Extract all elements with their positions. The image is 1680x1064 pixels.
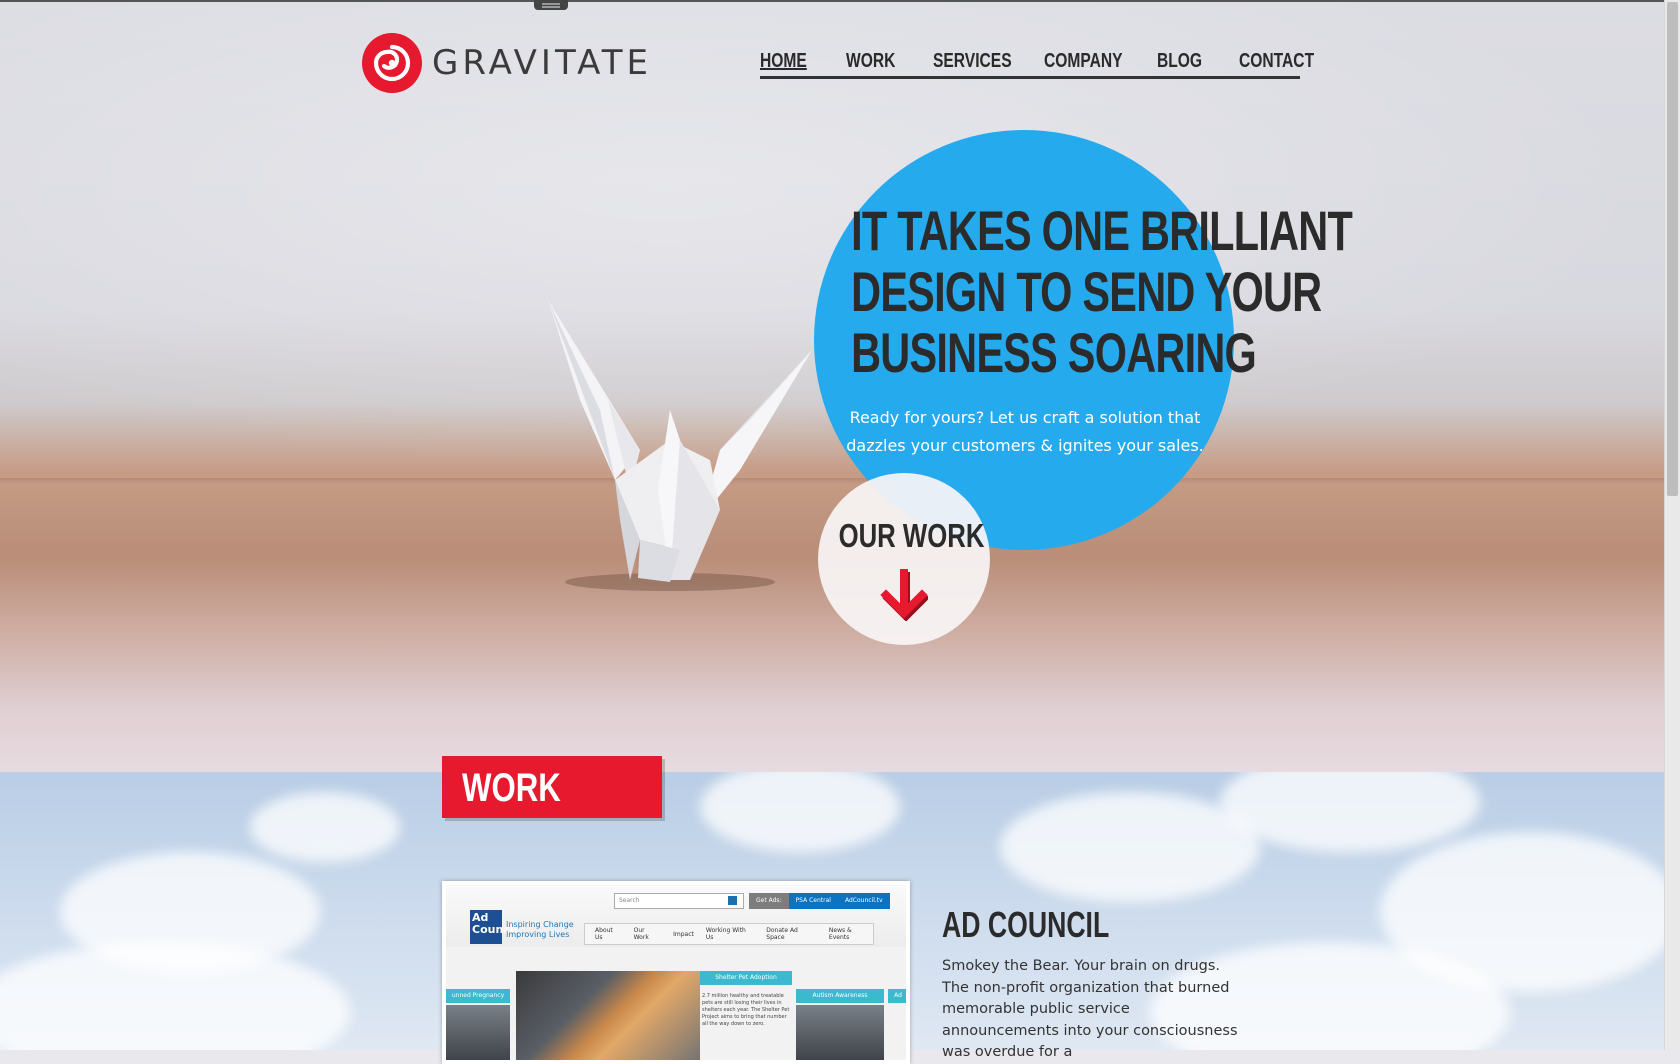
preview-menu-item: Working With Us — [705, 927, 746, 941]
brand-name: GRAVITATE — [432, 43, 652, 83]
hero-headline: IT TAKES ONE BRILLIANT DESIGN TO SEND YO… — [790, 199, 1353, 384]
gravitate-swirl-icon — [362, 33, 422, 93]
preview-cat-image — [516, 971, 700, 1060]
nav-company[interactable]: COMPANY — [1044, 50, 1123, 73]
our-work-label: OUR WORK — [838, 517, 985, 554]
headline-line-3: BUSINESS SOARING — [851, 321, 1257, 384]
ad-council-logo: Ad Council — [470, 910, 517, 944]
preview-menu-item: News & Events — [828, 927, 852, 941]
ad-council-preview[interactable]: Search Get Ads: PSA Central AdCouncil.tv… — [442, 881, 910, 1064]
nav-blog[interactable]: BLOG — [1157, 50, 1202, 73]
scrollbar[interactable] — [1664, 0, 1680, 1050]
nav-services[interactable]: SERVICES — [933, 50, 1012, 73]
preview-panel-label: Ad — [888, 989, 906, 1003]
nav-work[interactable]: WORK — [846, 50, 895, 73]
client-description: Smokey the Bear. Your brain on drugs. Th… — [942, 958, 1238, 1060]
preview-panel-label: Shelter Pet Adoption — [700, 971, 792, 985]
preview-menu-item: About Us — [595, 927, 613, 941]
nav-home[interactable]: HOME — [760, 50, 807, 73]
headline-line-1: IT TAKES ONE BRILLIANT — [851, 199, 1353, 262]
headline-line-2: DESIGN TO SEND YOUR — [851, 260, 1322, 323]
scrollbar-thumb[interactable] — [1667, 2, 1678, 496]
preview-button: PSA Central — [788, 893, 838, 909]
preview-button: Get Ads: — [749, 893, 789, 909]
brand-logo[interactable]: GRAVITATE — [362, 33, 652, 93]
preview-search-icon — [728, 896, 737, 905]
preview-menu-item: Impact — [673, 930, 694, 938]
our-work-button[interactable]: OUR WORK — [818, 473, 990, 645]
cloud — [250, 792, 400, 862]
work-section-title: WORK — [462, 766, 561, 810]
cloud — [0, 942, 350, 1050]
hero-subtitle: Ready for yours? Let us craft a solution… — [846, 408, 1204, 455]
table-edge — [0, 478, 1664, 484]
preview-buttons: Get Ads: PSA Central AdCouncil.tv — [749, 893, 890, 909]
nav-contact[interactable]: CONTACT — [1239, 50, 1314, 73]
preview-menu: About Us Our Work Impact Working With Us… — [584, 923, 874, 945]
paper-crane-image — [548, 300, 812, 591]
preview-button: AdCouncil.tv — [837, 893, 890, 909]
work-section-label: WORK — [442, 756, 662, 818]
preview-blurb: 2.7 million healthy and treatable pets a… — [702, 993, 790, 1027]
main-nav: HOME WORK SERVICES COMPANY BLOG CONTACT — [760, 50, 1314, 79]
window-drag-handle[interactable] — [534, 0, 568, 10]
client-title: AD COUNCIL — [942, 904, 1110, 945]
cloud — [700, 772, 900, 852]
preview-menu-item: Donate Ad Space — [766, 927, 798, 941]
preview-thumbnail — [446, 1005, 510, 1060]
preview-search: Search — [614, 893, 744, 909]
preview-panel-label: unned Pregnancy — [446, 989, 510, 1003]
preview-panel-label: Autism Awareness — [796, 989, 884, 1003]
preview-tagline: Inspiring Change Improving Lives — [506, 920, 574, 939]
window-top-edge — [0, 0, 1680, 2]
preview-thumbnail — [796, 1005, 884, 1060]
arrow-down-icon — [880, 569, 928, 621]
preview-menu-item: Our Work — [633, 927, 649, 941]
